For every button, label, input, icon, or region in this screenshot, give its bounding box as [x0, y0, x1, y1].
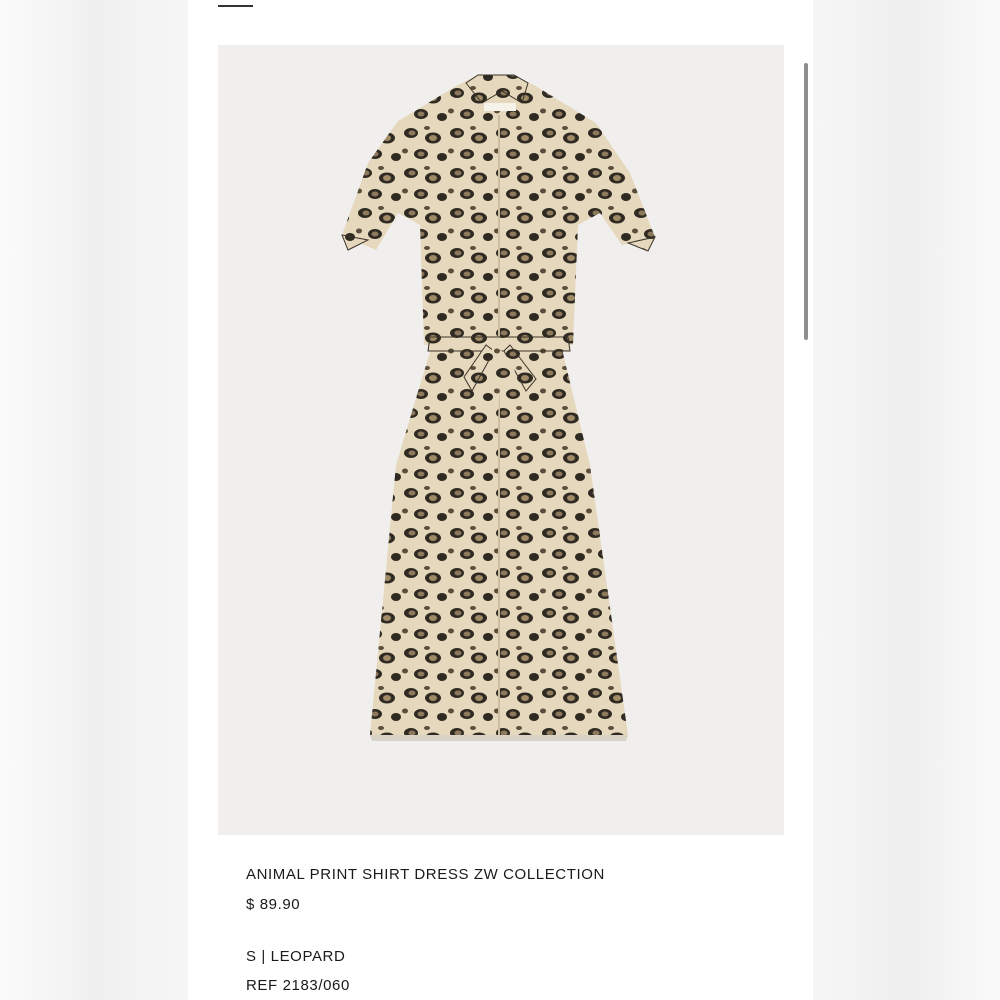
background-right [813, 0, 1000, 1000]
product-price: $ 89.90 [246, 896, 301, 913]
product-variant: S | LEOPARD [246, 948, 346, 965]
product-title: ANIMAL PRINT SHIRT DRESS ZW COLLECTION [246, 866, 605, 883]
background-left [0, 0, 188, 1000]
phone-screen: ANIMAL PRINT SHIRT DRESS ZW COLLECTION $… [188, 0, 813, 1000]
product-reference: REF 2183/060 [246, 977, 350, 994]
dress-illustration [341, 74, 656, 741]
scrollbar[interactable] [804, 63, 808, 340]
menu-icon[interactable] [218, 5, 253, 7]
product-image[interactable] [218, 45, 784, 835]
